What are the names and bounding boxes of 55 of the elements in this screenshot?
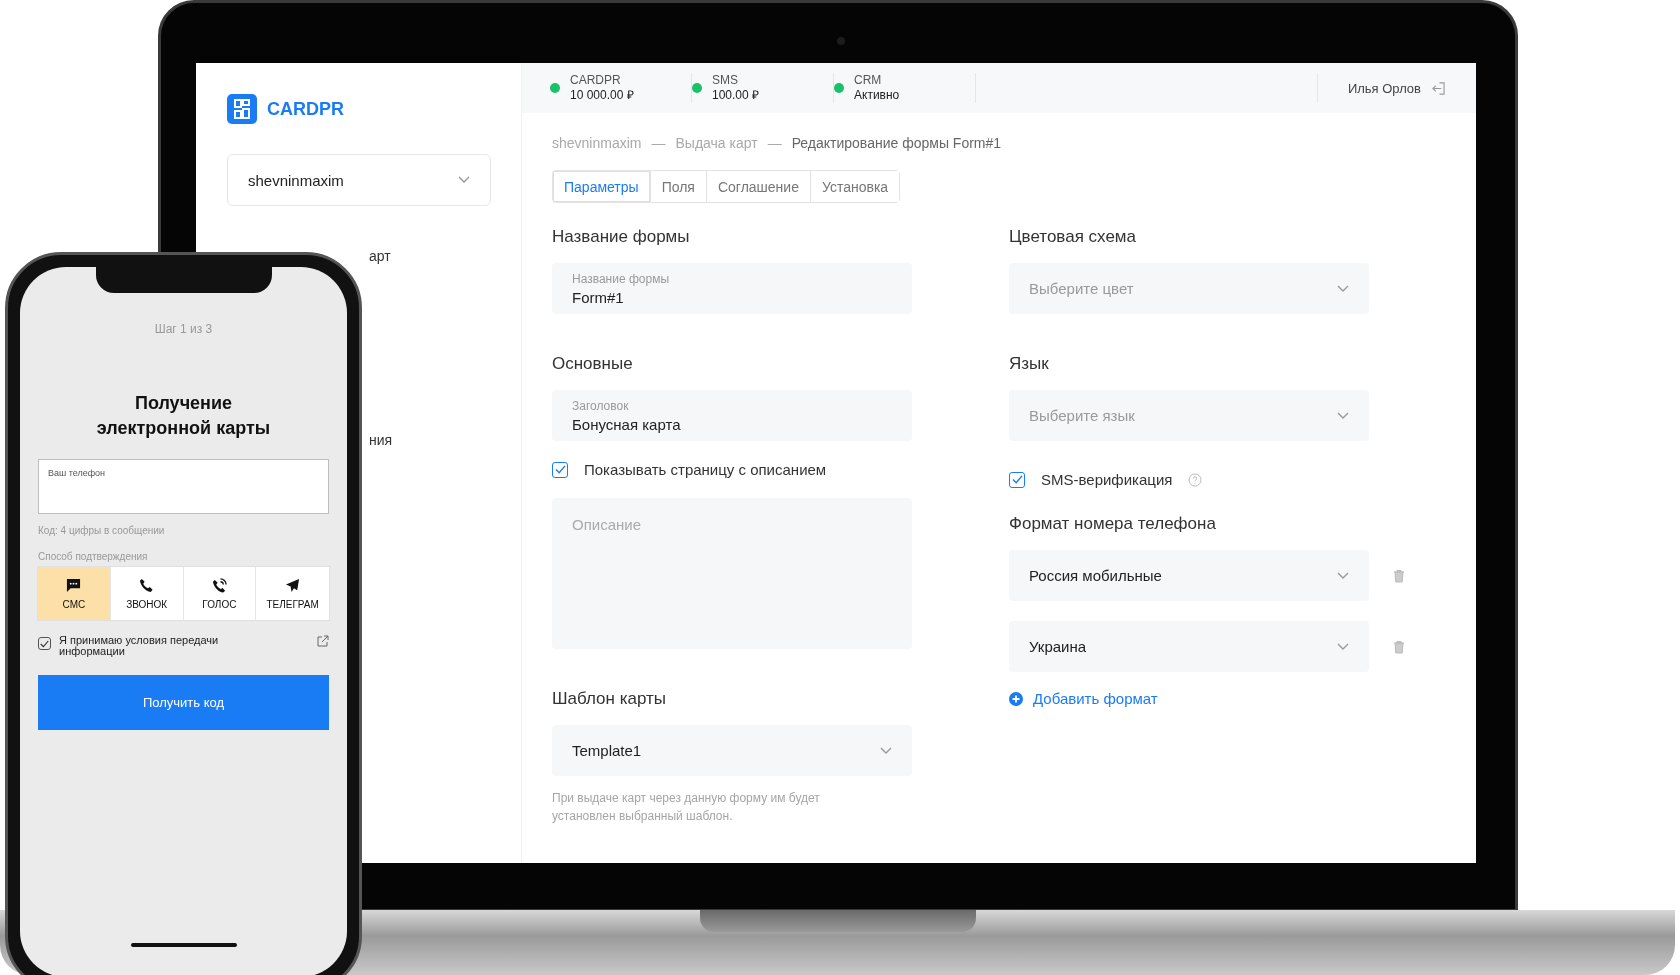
checkbox[interactable]	[552, 461, 568, 478]
chevron-down-icon	[1337, 571, 1349, 580]
phone-format-select[interactable]: Россия мобильные	[1009, 550, 1369, 601]
phone-format-select[interactable]: Украина	[1009, 621, 1369, 672]
chat-bubble-icon	[66, 577, 82, 593]
section-heading: Формат номера телефона	[1009, 514, 1217, 534]
phone-ringing-icon	[211, 577, 227, 593]
code-hint: Код: 4 цифры в сообщении	[38, 525, 165, 536]
logout-icon[interactable]	[1431, 81, 1446, 95]
stat-value: Активно	[854, 88, 900, 103]
phone-icon	[139, 577, 155, 593]
checkbox-label: SMS-верификация	[1041, 471, 1173, 488]
helper-text: При выдаче карт через данную форму им будет установлен выбранный шаблон.	[552, 790, 821, 825]
form-name-field[interactable]: Название формы Form#1	[552, 263, 912, 314]
paper-plane-icon	[285, 577, 301, 593]
breadcrumb-separator: —	[767, 135, 782, 151]
add-format-link[interactable]: Добавить формат	[1009, 690, 1158, 707]
account-dropdown[interactable]: shevninmaxim	[227, 154, 491, 206]
stat-value: 100.00 ₽	[712, 88, 760, 103]
step-indicator: Шаг 1 из 3	[154, 322, 213, 336]
section-heading: Основные	[552, 354, 634, 374]
description-field[interactable]: Описание	[552, 498, 912, 649]
user-name: Илья Орлов	[1347, 80, 1421, 96]
checkbox-label: Показывать страницу с описанием	[584, 461, 827, 478]
section-heading: Цветовая схема	[1009, 227, 1137, 247]
checkbox[interactable]	[1009, 471, 1025, 488]
stat-label: CRM	[854, 73, 883, 88]
tab[interactable]: Параметры	[553, 171, 651, 202]
phone-input-field[interactable]: Ваш телефон	[38, 459, 329, 514]
chevron-down-icon	[1337, 642, 1349, 651]
chevron-down-icon	[1337, 284, 1349, 293]
section-heading: Шаблон карты	[552, 689, 668, 709]
template-select[interactable]: Template1	[552, 725, 912, 776]
chevron-down-icon	[880, 746, 892, 755]
stat-label: CARDPR	[570, 73, 622, 88]
consent-checkbox[interactable]	[38, 637, 51, 650]
external-link-icon[interactable]	[317, 635, 329, 647]
logo-text: CARDPR	[267, 98, 344, 120]
phone-title: Получение электронной карты	[95, 392, 272, 440]
sidebar-item[interactable]: арт	[369, 248, 391, 264]
stat-label: SMS	[712, 73, 739, 88]
title-field[interactable]: Заголовок Бонусная карта	[552, 390, 912, 441]
consent-label: Я принимаю условия передачи информации	[59, 635, 220, 657]
card-logo-icon	[227, 94, 257, 124]
sidebar-item[interactable]: ния	[369, 432, 393, 448]
chevron-down-icon	[458, 176, 470, 184]
get-code-button[interactable]: Получить код	[38, 675, 329, 730]
plus-circle-icon	[1009, 691, 1023, 706]
stat-value: 10 000.00 ₽	[570, 88, 634, 103]
section-heading: Название формы	[552, 227, 691, 247]
method-option[interactable]: СМС	[38, 567, 111, 620]
method-label: Способ подтверждения	[38, 551, 148, 562]
chevron-down-icon	[1337, 411, 1349, 420]
section-heading: Язык	[1009, 354, 1050, 374]
breadcrumb-separator: —	[651, 135, 666, 151]
